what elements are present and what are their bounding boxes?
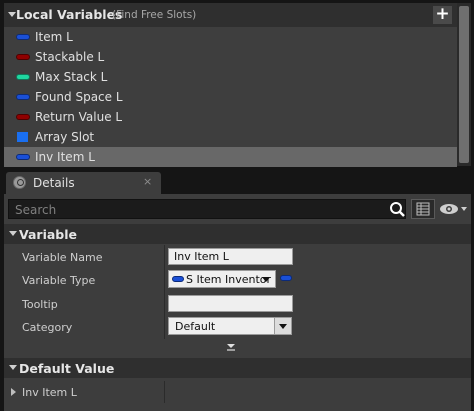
column-divider[interactable] [164,245,165,269]
variable-type-dropdown[interactable]: S Item Inventor [168,270,276,288]
details-tab-strip: Details × [4,172,471,194]
variable-type-label: Variable Type [22,274,96,287]
variable-list-scrollbar[interactable] [457,3,471,166]
expand-triangle-icon[interactable] [11,388,16,396]
variable-type-pill-icon [16,34,30,40]
variable-item-array-slot[interactable]: Array Slot [4,127,457,147]
collapse-triangle-icon[interactable] [9,365,17,370]
add-variable-button[interactable]: + [433,6,452,24]
collapse-triangle-icon[interactable] [9,231,17,236]
variable-type-value: S Item Inventor [186,273,272,286]
tooltip-label: Tooltip [22,298,58,311]
variable-name: Inv Item L [35,150,95,164]
column-divider[interactable] [164,292,165,316]
local-variables-subtitle: (Find Free Slots) [112,9,197,21]
default-value-label: Inv Item L [22,386,77,399]
variable-name: Array Slot [35,130,95,144]
variable-name: Stackable L [35,50,105,64]
variable-name: Found Space L [35,90,123,104]
variable-name-row: Variable Name Inv Item L [4,245,471,269]
details-search-input[interactable] [15,202,375,217]
variable-type-pill-icon [16,154,30,160]
chevron-down-icon[interactable] [274,318,291,334]
variable-name-field[interactable]: Inv Item L [168,248,293,265]
advanced-expander[interactable] [4,339,471,353]
container-type-pill-icon[interactable] [280,275,292,281]
variable-item-found-space-l[interactable]: Found Space L [4,87,457,107]
scrollbar-thumb[interactable] [459,6,469,163]
variable-type-pill-icon [16,94,30,100]
tab-details[interactable]: Details × [6,172,161,194]
variable-type-pill-icon [16,74,30,80]
tooltip-row: Tooltip [4,292,471,316]
variable-section-header[interactable]: Variable [4,224,471,244]
default-value-section-title: Default Value [19,361,115,376]
variable-name: Max Stack L [35,70,108,84]
view-options-button[interactable] [411,199,435,219]
collapse-triangle-icon[interactable] [8,12,16,17]
search-icon[interactable] [389,201,406,218]
details-search-box [8,199,406,219]
expand-advanced-icon[interactable] [226,343,236,351]
column-divider[interactable] [164,381,165,403]
variable-name: Item L [35,30,73,44]
variable-type-pill-icon [16,114,30,120]
variable-item-stackable-l[interactable]: Stackable L [4,47,457,67]
variable-type-row: Variable Type S Item Inventor [4,268,471,292]
variable-type-pill-icon [16,54,30,60]
column-divider[interactable] [164,315,165,339]
local-variables-panel: Local Variables (Find Free Slots) + Item… [4,3,471,167]
magnifier-icon [13,176,26,189]
default-value-section-header[interactable]: Default Value [4,358,471,378]
category-dropdown[interactable]: Default [168,317,292,335]
variable-item-return-value-l[interactable]: Return Value L [4,107,457,127]
details-panel: Variable Variable Name Inv Item L Variab… [4,194,471,411]
variable-item-item-l[interactable]: Item L [4,27,457,47]
category-value: Default [175,320,216,333]
local-variables-header[interactable]: Local Variables (Find Free Slots) + [4,3,462,27]
variable-list: Item L Stackable L Max Stack L Found Spa… [4,27,457,167]
local-variables-title: Local Variables [16,7,123,22]
variable-item-max-stack-l[interactable]: Max Stack L [4,67,457,87]
struct-type-pill-icon [172,276,184,282]
default-value-row[interactable]: Inv Item L [4,381,471,403]
column-divider[interactable] [164,268,165,292]
eye-visibility-icon[interactable] [439,201,469,217]
tab-details-label: Details [33,176,75,190]
variable-section-title: Variable [19,227,78,242]
variable-type-array-icon [17,132,28,142]
variable-name-label: Variable Name [22,251,103,264]
category-label: Category [22,321,73,334]
variable-name: Return Value L [35,110,123,124]
tab-close-icon[interactable]: × [143,175,152,188]
tooltip-field[interactable] [168,295,293,312]
variable-item-inv-item-l[interactable]: Inv Item L [4,147,457,167]
grid-list-icon [416,202,430,216]
category-row: Category Default [4,315,471,339]
